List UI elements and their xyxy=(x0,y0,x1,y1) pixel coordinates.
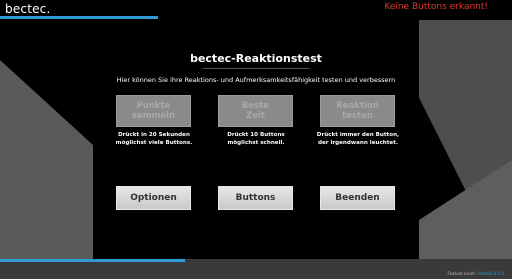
quit-button[interactable]: Beenden xyxy=(320,186,395,210)
reaction-test-label-2: testen xyxy=(342,111,373,121)
best-time-desc-2: möglichst schnell. xyxy=(227,140,285,146)
best-time-button[interactable]: Beste Zeit xyxy=(218,95,293,127)
collect-points-desc-2: möglichst viele Buttons. xyxy=(115,140,193,146)
status-message: Keine Buttons erkannt! xyxy=(384,2,488,12)
reaction-test-description: Drückt immer den Button, der irgendwann l… xyxy=(308,131,408,147)
bottom-progress-fill xyxy=(0,259,185,262)
buttons-button[interactable]: Buttons xyxy=(218,186,293,210)
reaction-test-desc-2: der irgendwann leuchtet. xyxy=(317,140,399,146)
collect-points-desc-1: Drückt in 20 Sekunden xyxy=(118,132,190,138)
best-time-desc-1: Drückt 10 Buttons xyxy=(227,132,285,138)
collect-points-description: Drückt in 20 Sekunden möglichst viele But… xyxy=(104,131,204,147)
reaction-test-desc-1: Drückt immer den Button, xyxy=(316,132,400,138)
collect-points-button[interactable]: Punkte sammeln xyxy=(116,95,191,127)
feature-level-value: Android 8.0.0 xyxy=(477,271,504,276)
title-divider xyxy=(203,68,309,69)
top-progress-fill xyxy=(0,16,158,19)
app-logo: bectec. xyxy=(5,2,51,16)
best-time-description: Drückt 10 Buttons möglichst schnell. xyxy=(206,131,306,147)
reaction-test-label-1: Reaktion xyxy=(336,101,379,111)
best-time-label-1: Beste xyxy=(241,101,270,111)
feature-level: Feature Level: Android 8.0.0 xyxy=(448,271,505,276)
options-button[interactable]: Optionen xyxy=(116,186,191,210)
reaction-test-button[interactable]: Reaktion testen xyxy=(320,95,395,127)
collect-points-label-2: sammeln xyxy=(131,111,176,121)
footer-bar xyxy=(0,259,512,279)
collect-points-label-1: Punkte xyxy=(136,101,171,111)
feature-level-label: Feature Level: xyxy=(447,271,476,276)
best-time-label-2: Zeit xyxy=(246,111,265,121)
page-subtitle: Hier können Sie ihre Reaktions- und Aufm… xyxy=(116,76,396,84)
page-title: bectec-Reaktionstest xyxy=(190,52,322,65)
